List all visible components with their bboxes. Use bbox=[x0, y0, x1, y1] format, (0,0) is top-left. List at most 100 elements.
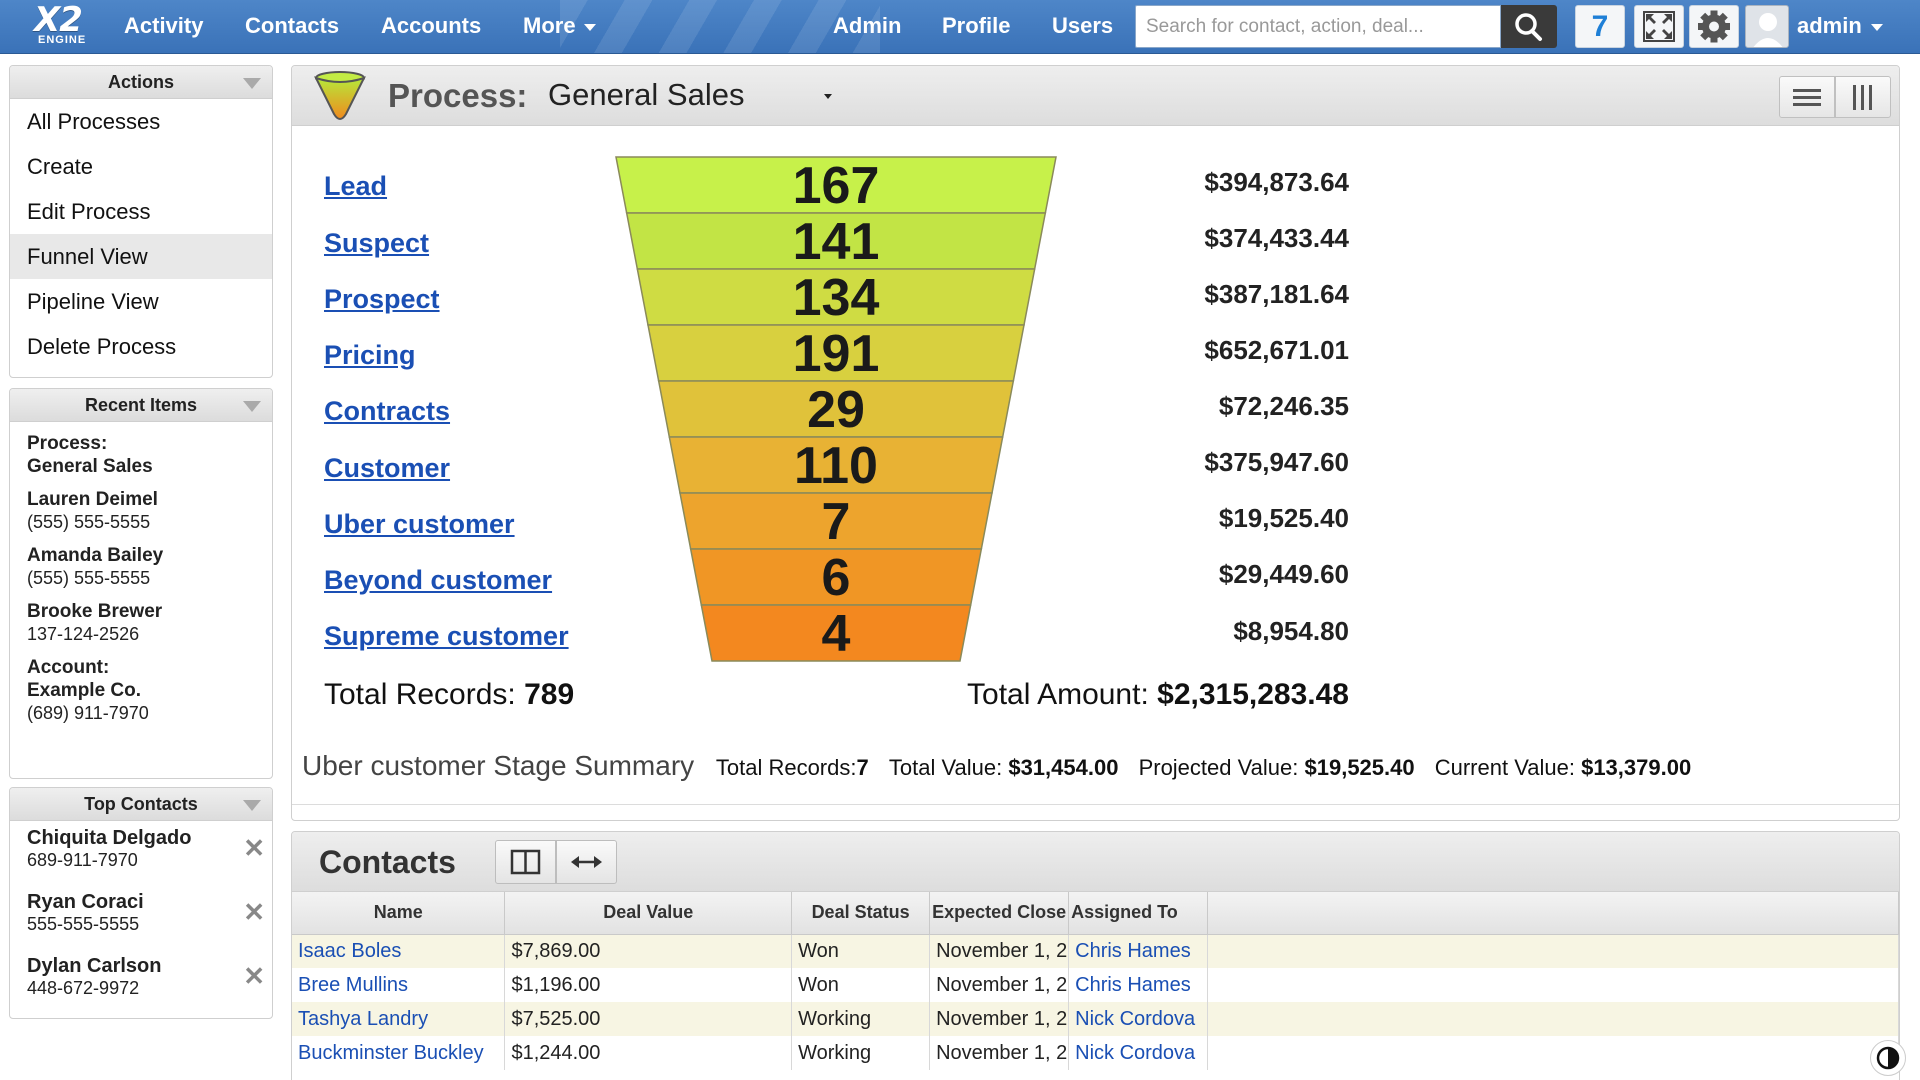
recent-item[interactable]: Lauren Deimel (555) 555-5555 bbox=[10, 488, 272, 534]
nav-contacts[interactable]: Contacts bbox=[245, 0, 339, 53]
x2engine-logo[interactable]: X2 ENGINE bbox=[34, 2, 94, 50]
top-navbar: X2 ENGINE Activity Contacts Accounts Mor… bbox=[0, 0, 1920, 54]
remove-icon[interactable]: ✕ bbox=[243, 899, 265, 925]
remove-icon[interactable]: ✕ bbox=[243, 963, 265, 989]
deal-status: Won bbox=[791, 934, 931, 968]
stage-link-beyond-customer[interactable]: Beyond customer bbox=[324, 564, 552, 596]
stage-amount: $387,181.64 bbox=[1204, 279, 1349, 309]
col-header-deal-status[interactable]: Deal Status bbox=[791, 892, 931, 935]
summary-current-label: Current Value: bbox=[1434, 755, 1575, 780]
deal-status: Working bbox=[791, 1002, 931, 1036]
table-row[interactable]: Bree Mullins $1,196.00 Won November 1, 2… bbox=[292, 968, 1899, 1002]
stage-link-contracts[interactable]: Contracts bbox=[324, 395, 450, 427]
list-icon bbox=[1793, 89, 1821, 106]
contacts-title: Contacts bbox=[319, 844, 456, 880]
recent-item[interactable]: Brooke Brewer 137-124-2526 bbox=[10, 600, 272, 646]
recent-items-title: Recent Items bbox=[84, 395, 198, 415]
recent-item-title: Example Co. bbox=[27, 680, 142, 701]
contact-name-link[interactable]: Tashya Landry bbox=[292, 1002, 506, 1036]
action-create[interactable]: Create bbox=[10, 144, 272, 189]
recent-item[interactable]: Process: General Sales bbox=[10, 432, 272, 478]
settings-button[interactable] bbox=[1689, 5, 1739, 48]
collapse-icon[interactable] bbox=[243, 401, 261, 412]
recent-item[interactable]: Amanda Bailey (555) 555-5555 bbox=[10, 544, 272, 590]
col-header-expected-close[interactable]: Expected Close bbox=[929, 892, 1070, 935]
col-header-assigned-to[interactable]: Assigned To bbox=[1068, 892, 1209, 935]
chevron-down-icon bbox=[1870, 23, 1883, 31]
top-contact-phone: 689-911-7970 bbox=[27, 850, 138, 870]
sales-funnel: 16714113419129110764 bbox=[615, 156, 1057, 663]
stage-amount: $374,433.44 bbox=[1204, 223, 1349, 253]
assigned-to-link[interactable]: Nick Cordova bbox=[1068, 1002, 1209, 1036]
avatar[interactable] bbox=[1745, 5, 1789, 48]
action-pipeline-view[interactable]: Pipeline View bbox=[10, 279, 272, 324]
expected-close: November 1, 2 bbox=[929, 1002, 1070, 1036]
nav-admin[interactable]: Admin bbox=[833, 0, 901, 53]
stage-link-uber-customer[interactable]: Uber customer bbox=[324, 508, 515, 540]
nav-activity[interactable]: Activity bbox=[124, 0, 203, 53]
top-contact-item[interactable]: Dylan Carlson 448-672-9972 ✕ bbox=[10, 949, 272, 1013]
process-select[interactable]: General Sales bbox=[548, 66, 744, 124]
assigned-to-link[interactable]: Chris Hames bbox=[1068, 934, 1209, 968]
top-contact-name: Dylan Carlson bbox=[27, 955, 162, 977]
collapse-icon[interactable] bbox=[243, 800, 261, 811]
expand-icon bbox=[1643, 11, 1675, 42]
contact-name-link[interactable]: Bree Mullins bbox=[292, 968, 506, 1002]
recent-items-header[interactable]: Recent Items bbox=[10, 389, 272, 422]
contact-name-link[interactable]: Isaac Boles bbox=[292, 934, 506, 968]
top-contact-phone: 448-672-9972 bbox=[27, 978, 140, 998]
total-amount-value: $2,315,283.48 bbox=[1157, 678, 1349, 711]
remove-icon[interactable]: ✕ bbox=[243, 835, 265, 861]
notifications-button[interactable]: 7 bbox=[1575, 5, 1625, 48]
dropdown-caret-icon[interactable] bbox=[824, 94, 832, 99]
recent-item[interactable]: Account: Example Co. (689) 911-7970 bbox=[10, 656, 272, 725]
deal-status: Working bbox=[791, 1036, 931, 1070]
search-input[interactable]: Search for contact, action, deal... bbox=[1135, 5, 1501, 48]
stage-amount: $394,873.64 bbox=[1204, 167, 1349, 197]
assigned-to-link[interactable]: Chris Hames bbox=[1068, 968, 1209, 1002]
stage-link-prospect[interactable]: Prospect bbox=[324, 283, 440, 315]
top-contacts-title: Top Contacts bbox=[84, 794, 198, 814]
funnel-count: 167 bbox=[793, 157, 880, 215]
top-contacts-header[interactable]: Top Contacts bbox=[10, 788, 272, 821]
contact-name-link[interactable]: Buckminster Buckley bbox=[292, 1036, 506, 1070]
contrast-toggle-button[interactable] bbox=[1870, 1040, 1906, 1076]
nav-accounts[interactable]: Accounts bbox=[381, 0, 481, 53]
action-funnel-view[interactable]: Funnel View bbox=[10, 234, 272, 279]
nav-more[interactable]: More bbox=[523, 0, 596, 53]
funnel-count: 7 bbox=[822, 493, 851, 551]
action-delete-process[interactable]: Delete Process bbox=[10, 324, 272, 369]
table-row[interactable]: Buckminster Buckley $1,244.00 Working No… bbox=[292, 1036, 1899, 1070]
nav-users[interactable]: Users bbox=[1052, 0, 1113, 53]
col-header-name[interactable]: Name bbox=[292, 892, 506, 935]
fullscreen-button[interactable] bbox=[1634, 5, 1684, 48]
col-header-deal-value[interactable]: Deal Value bbox=[504, 892, 793, 935]
stage-link-suspect[interactable]: Suspect bbox=[324, 227, 429, 259]
stage-link-pricing[interactable]: Pricing bbox=[324, 339, 416, 371]
search-button[interactable] bbox=[1501, 5, 1557, 48]
list-view-button[interactable] bbox=[1779, 76, 1835, 118]
top-contact-name: Ryan Coraci bbox=[27, 891, 144, 913]
nav-profile[interactable]: Profile bbox=[942, 0, 1010, 53]
gear-icon bbox=[1698, 10, 1730, 43]
top-contact-item[interactable]: Ryan Coraci 555-555-5555 ✕ bbox=[10, 885, 272, 949]
user-menu[interactable]: admin bbox=[1797, 0, 1883, 53]
resize-columns-button[interactable] bbox=[556, 840, 617, 884]
table-row[interactable]: Tashya Landry $7,525.00 Working November… bbox=[292, 1002, 1899, 1036]
assigned-to-link[interactable]: Nick Cordova bbox=[1068, 1036, 1209, 1070]
table-row[interactable]: Isaac Boles $7,869.00 Won November 1, 2 … bbox=[292, 934, 1899, 968]
funnel-count: 29 bbox=[807, 381, 865, 439]
action-edit-process[interactable]: Edit Process bbox=[10, 189, 272, 234]
stage-link-customer[interactable]: Customer bbox=[324, 452, 450, 484]
top-contact-item[interactable]: Chiquita Delgado 689-911-7970 ✕ bbox=[10, 821, 272, 885]
user-name: admin bbox=[1797, 13, 1862, 38]
funnel-count: 141 bbox=[793, 213, 880, 271]
column-view-button[interactable] bbox=[1835, 76, 1891, 118]
actions-header[interactable]: Actions bbox=[10, 66, 272, 99]
action-all-processes[interactable]: All Processes bbox=[10, 99, 272, 144]
deal-value: $7,869.00 bbox=[504, 934, 793, 968]
stage-link-lead[interactable]: Lead bbox=[324, 170, 387, 202]
collapse-icon[interactable] bbox=[243, 78, 261, 89]
toggle-columns-button[interactable] bbox=[495, 840, 556, 884]
stage-link-supreme-customer[interactable]: Supreme customer bbox=[324, 620, 569, 652]
